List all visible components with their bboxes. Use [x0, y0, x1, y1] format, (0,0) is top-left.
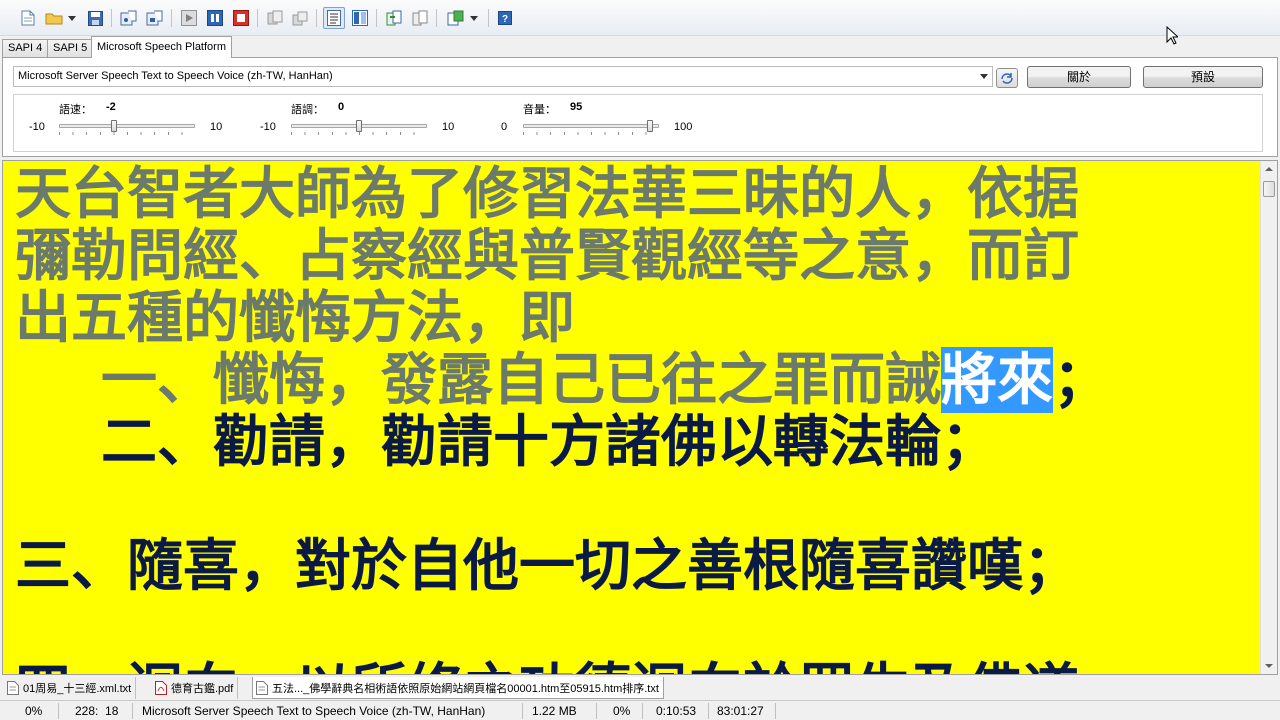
- text-line: 彌勒問經、占察經與普賢觀經等之意，而訂: [15, 223, 1079, 289]
- pitch-slider-thumb[interactable]: [356, 120, 362, 132]
- text-line: 二、勸請，勸請十方諸佛以轉法輪；: [15, 411, 1255, 473]
- text-line: 天台智者大師為了修習法華三昧的人，依据: [15, 161, 1079, 227]
- refresh-icon: [1001, 73, 1013, 84]
- file-tab[interactable]: 德育古鑑.pdf: [152, 677, 239, 699]
- status-voice: Microsoft Server Speech Text to Speech V…: [142, 704, 486, 718]
- status-progress: 0%: [613, 704, 631, 718]
- toolbar-separator: [436, 9, 437, 27]
- text-line: 四、迴向，以所修之功德迴向於眾生及佛道: [15, 659, 1255, 674]
- read-aloud-alt-icon[interactable]: [146, 9, 164, 27]
- volume-max: 100: [674, 121, 693, 133]
- split-view-icon[interactable]: [351, 9, 369, 27]
- status-total: 83:01:27: [717, 704, 764, 718]
- scroll-down-icon[interactable]: [1265, 664, 1273, 668]
- scroll-up-icon[interactable]: [1265, 167, 1273, 171]
- default-button[interactable]: 預設: [1143, 66, 1263, 88]
- toolbar-separator: [316, 9, 317, 27]
- play-icon[interactable]: [180, 9, 198, 27]
- dropdown-arrow-icon[interactable]: [468, 9, 480, 27]
- toolbar-separator: [171, 9, 172, 27]
- rate-slider[interactable]: [59, 120, 195, 135]
- read-aloud-icon[interactable]: [120, 9, 138, 27]
- convert-alt-icon[interactable]: [411, 9, 429, 27]
- open-files-bar: 01周易_十三經.xml.txt 德育古鑑.pdf 五法..._佛學辭典名相術語…: [0, 676, 1280, 700]
- tab-microsoft-speech-platform[interactable]: Microsoft Speech Platform: [91, 36, 232, 58]
- rate-max: 10: [210, 121, 223, 133]
- status-percent: 0%: [25, 704, 43, 718]
- text-line: 一、懺悔，發露自己已往之罪而誡將來；: [15, 347, 1255, 413]
- text-file-icon: [256, 680, 268, 695]
- text-line: 出五種的懺悔方法，即: [15, 285, 575, 351]
- toolbar-separator: [488, 9, 489, 27]
- file-tab-label: 01周易_十三經.xml.txt: [23, 683, 132, 695]
- vertical-scrollbar[interactable]: [1260, 161, 1277, 674]
- file-tab-label: 德育古鑑.pdf: [171, 683, 234, 695]
- pause-icon[interactable]: [206, 9, 224, 27]
- rate-slider-thumb[interactable]: [111, 120, 117, 132]
- voice-select-value: Microsoft Server Speech Text to Speech V…: [18, 70, 333, 82]
- open-folder-icon[interactable]: [45, 9, 63, 27]
- tab-sapi5[interactable]: SAPI 5: [47, 39, 94, 58]
- toolbar-separator: [257, 9, 258, 27]
- status-file-size: 1.22 MB: [532, 704, 577, 718]
- read-text: 一、懺悔，發露自己已往之罪而誡: [101, 347, 941, 413]
- engine-tabs: SAPI 4 SAPI 5 Microsoft Speech Platform: [0, 36, 1280, 58]
- volume-min: 0: [501, 121, 508, 133]
- toolbar: ?: [0, 0, 1280, 45]
- status-elapsed: 0:10:53: [656, 704, 697, 718]
- unread-text: ；: [1053, 347, 1109, 413]
- volume-slider[interactable]: [523, 120, 659, 135]
- unread-text: 二、勸請，勸請十方諸佛以轉法輪；: [101, 409, 997, 475]
- voice-panel: Microsoft Server Speech Text to Speech V…: [2, 57, 1278, 157]
- status-position: 228: 18: [75, 704, 119, 718]
- status-bar: 0% 228: 18 Microsoft Server Speech Text …: [0, 700, 1280, 720]
- convert-icon[interactable]: [385, 9, 403, 27]
- dropdown-arrow-icon[interactable]: [66, 9, 78, 27]
- text-line: 三、隨喜，對於自他一切之善根隨喜讚嘆；: [15, 533, 1079, 599]
- volume-slider-thumb[interactable]: [647, 120, 653, 132]
- pdf-file-icon: [155, 681, 167, 695]
- stop-icon[interactable]: [232, 9, 250, 27]
- pitch-max: 10: [442, 121, 455, 133]
- rate-label: 語速：: [59, 104, 92, 116]
- refresh-voices-button[interactable]: [996, 68, 1018, 88]
- save-icon[interactable]: [86, 9, 104, 27]
- file-tab-label: 五法..._佛學辭典名相術語依照原始網站網頁檔名00001.htm至05915.…: [272, 682, 659, 695]
- help-icon[interactable]: ?: [496, 9, 514, 27]
- tab-sapi4[interactable]: SAPI 4: [2, 39, 49, 58]
- new-file-icon[interactable]: [19, 9, 37, 27]
- record-alt-icon[interactable]: [291, 9, 309, 27]
- file-tab-active[interactable]: 五法..._佛學辭典名相術語依照原始網站網頁檔名00001.htm至05915.…: [252, 677, 664, 699]
- export-icon[interactable]: [447, 9, 465, 27]
- pitch-min: -10: [260, 121, 276, 133]
- pitch-slider[interactable]: [291, 120, 427, 135]
- chevron-down-icon: [980, 74, 988, 79]
- text-editor[interactable]: 天台智者大師為了修習法華三昧的人，依据 彌勒問經、占察經與普賢觀經等之意，而訂 …: [2, 160, 1278, 675]
- about-button[interactable]: 關於: [1027, 66, 1131, 88]
- document-text: 天台智者大師為了修習法華三昧的人，依据 彌勒問經、占察經與普賢觀經等之意，而訂 …: [15, 161, 1255, 674]
- current-word-highlight: 將來: [941, 347, 1053, 413]
- voice-select[interactable]: Microsoft Server Speech Text to Speech V…: [13, 66, 993, 87]
- record-icon[interactable]: [266, 9, 284, 27]
- text-view-icon[interactable]: [323, 7, 345, 29]
- voice-settings: 語速： -2 -10 10 語調： 0 -10 10 音量： 95 0 100: [13, 94, 1263, 152]
- rate-min: -10: [29, 121, 45, 133]
- scrollbar-thumb[interactable]: [1263, 181, 1275, 197]
- pitch-value: 0: [338, 101, 345, 113]
- rate-value: -2: [106, 101, 116, 113]
- text-file-icon: [7, 681, 19, 695]
- toolbar-separator: [376, 9, 377, 27]
- volume-label: 音量：: [523, 104, 556, 116]
- volume-value: 95: [570, 101, 583, 113]
- toolbar-separator: [111, 9, 112, 27]
- pitch-label: 語調：: [291, 104, 324, 116]
- svg-text:?: ?: [502, 14, 508, 25]
- file-tab[interactable]: 01周易_十三經.xml.txt: [4, 677, 137, 699]
